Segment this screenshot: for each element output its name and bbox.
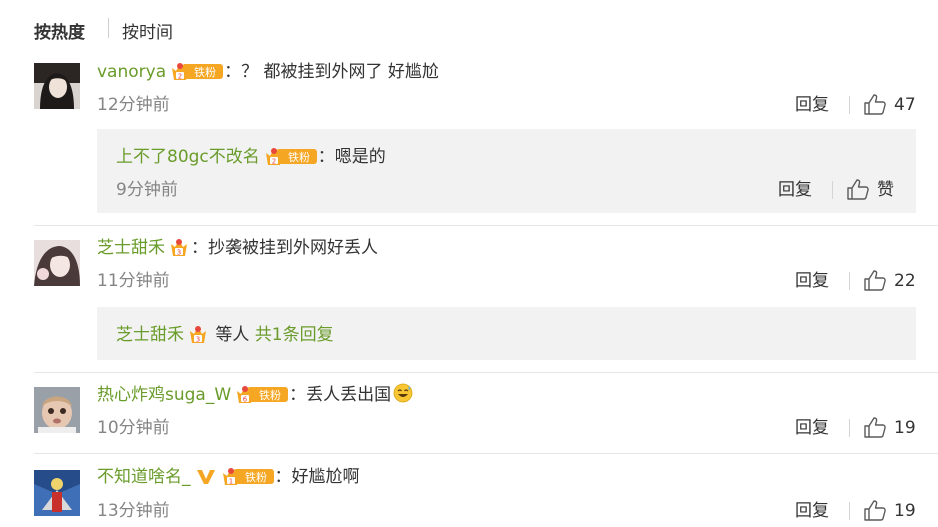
svg-text:6: 6 (243, 396, 248, 404)
thumbs-up-icon[interactable] (864, 270, 886, 297)
avatar[interactable] (34, 63, 80, 109)
comment-text: 抄袭被挂到外网好丢人 (208, 238, 378, 258)
avatar[interactable] (34, 240, 80, 286)
reply-button[interactable]: 回复 (795, 500, 829, 522)
sweat-smile-emoji-icon (393, 383, 413, 409)
sub-reply-summary: 芝士甜禾 3 等人 共1条回复 (116, 324, 334, 350)
fan-badge[interactable]: 铁粉 6 (235, 384, 289, 410)
comment-text: 丢人丢出国 (306, 385, 392, 405)
username-link[interactable]: 不知道啥名_ (97, 467, 191, 487)
reply-text: 嗯是的 (334, 147, 386, 167)
comment-text: 好尴尬啊 (291, 467, 360, 487)
action-divider (832, 181, 833, 199)
comment-divider (34, 372, 938, 373)
action-divider (849, 272, 850, 290)
view-replies-link[interactable]: 共1条回复 (255, 325, 334, 345)
sort-by-hot-tab[interactable]: 按热度 (34, 18, 85, 43)
avatar[interactable] (34, 387, 80, 433)
comment-divider (34, 225, 938, 226)
reply-button[interactable]: 回复 (795, 94, 829, 116)
username-link[interactable]: vanorya (97, 62, 166, 82)
avatar[interactable] (34, 470, 80, 516)
comment-line: 芝士甜禾 3 ：抄袭被挂到外网好丢人 (97, 237, 378, 263)
svg-text:2: 2 (272, 158, 276, 166)
sort-by-time-tab[interactable]: 按时间 (122, 18, 173, 43)
reply-time: 9分钟前 (116, 180, 178, 200)
comment-time: 10分钟前 (97, 418, 170, 438)
username-link[interactable]: 热心炸鸡suga_W (97, 385, 231, 405)
thumbs-up-icon[interactable] (864, 94, 886, 121)
svg-text:2: 2 (178, 73, 182, 81)
action-divider (849, 502, 850, 520)
verified-v-icon (195, 466, 217, 492)
svg-text:1: 1 (228, 478, 232, 486)
comment-time: 11分钟前 (97, 271, 170, 291)
comment-line: vanorya 铁粉 2 ：？ 都被挂到外网了 好尴尬 (97, 61, 439, 87)
thumbs-up-icon[interactable] (864, 417, 886, 444)
like-count[interactable]: 47 (894, 94, 916, 116)
svg-text:铁粉: 铁粉 (245, 471, 267, 484)
comment-line: 不知道啥名_ 铁粉 1 ：好尴尬啊 (97, 466, 360, 492)
username-link[interactable]: 芝士甜禾 (116, 325, 184, 345)
fan-badge[interactable]: 3 (188, 324, 210, 350)
reply-button[interactable]: 回复 (795, 270, 829, 292)
summary-text: 等人 (215, 325, 250, 345)
like-count[interactable]: 19 (894, 500, 916, 522)
fan-badge[interactable]: 铁粉 2 (170, 61, 224, 87)
username-link[interactable]: 上不了80gc不改名 (116, 147, 260, 167)
username-link[interactable]: 芝士甜禾 (97, 238, 165, 258)
comment-time: 13分钟前 (97, 501, 170, 521)
sort-divider (108, 18, 109, 38)
comment-text: ？ 都被挂到外网了 好尴尬 (241, 62, 439, 82)
comment-line: 热心炸鸡suga_W 铁粉 6 ：丢人丢出国 (97, 383, 413, 410)
svg-text:铁粉: 铁粉 (288, 151, 310, 164)
fan-badge[interactable]: 铁粉 2 (264, 146, 318, 172)
thumbs-up-icon[interactable] (847, 179, 869, 206)
sub-reply-summary-box: 芝士甜禾 3 等人 共1条回复 (97, 307, 916, 360)
svg-text:3: 3 (177, 249, 181, 257)
svg-text:3: 3 (196, 336, 200, 344)
like-count[interactable]: 19 (894, 417, 916, 439)
sub-reply-box: 上不了80gc不改名 铁粉 2 ：嗯是的 9分钟前 回复 赞 (97, 129, 916, 213)
reply-button[interactable]: 回复 (795, 417, 829, 439)
sub-reply-line: 上不了80gc不改名 铁粉 2 ：嗯是的 (116, 146, 386, 172)
comment-divider (34, 453, 938, 454)
fan-badge[interactable]: 3 (169, 237, 191, 263)
thumbs-up-icon[interactable] (864, 500, 886, 527)
fan-badge[interactable]: 铁粉 1 (221, 466, 275, 492)
like-count[interactable]: 22 (894, 270, 916, 292)
svg-text:铁粉: 铁粉 (259, 389, 281, 402)
svg-text:铁粉: 铁粉 (194, 66, 216, 79)
like-label[interactable]: 赞 (877, 179, 894, 201)
reply-button[interactable]: 回复 (778, 179, 812, 201)
comment-time: 12分钟前 (97, 95, 170, 115)
action-divider (849, 96, 850, 114)
action-divider (849, 419, 850, 437)
